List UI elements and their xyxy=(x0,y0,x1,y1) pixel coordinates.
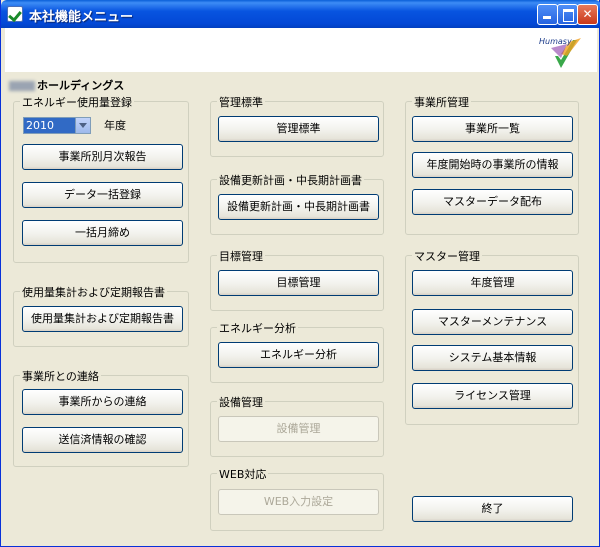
bulk-register-button[interactable]: データ一括登録 xyxy=(22,182,183,208)
group-label: 目標管理 xyxy=(217,248,265,264)
energy-analysis-button[interactable]: エネルギー分析 xyxy=(218,342,379,368)
master-data-distribution-button[interactable]: マスターデータ配布 xyxy=(412,189,573,215)
title-bar[interactable]: 本社機能メニュー ✕ xyxy=(1,0,600,28)
chevron-down-icon[interactable] xyxy=(75,118,90,133)
redacted-name xyxy=(9,81,35,91)
group-label: 使用量集計および定期報告書 xyxy=(20,284,167,300)
logo-text: Humasy xyxy=(539,37,572,46)
monthly-close-button[interactable]: 一括月締め xyxy=(22,220,183,246)
group-label: エネルギー分析 xyxy=(217,320,298,336)
group-label: 設備更新計画・中長期計画書 xyxy=(217,172,364,188)
year-select-value: 2010 xyxy=(26,119,54,132)
company-label: ホールディングス xyxy=(37,79,125,92)
management-standard-button[interactable]: 管理標準 xyxy=(218,116,379,142)
year-management-button[interactable]: 年度管理 xyxy=(412,270,573,296)
monthly-report-button[interactable]: 事業所別月次報告 xyxy=(22,144,183,170)
system-info-button[interactable]: システム基本情報 xyxy=(412,345,573,371)
main-window: 本社機能メニュー ✕ Humasy ホールディングス エネルギー使用量登録 20… xyxy=(0,0,600,547)
app-icon[interactable] xyxy=(7,6,23,22)
year-start-office-info-button[interactable]: 年度開始時の事業所の情報 xyxy=(412,152,573,178)
company-name: ホールディングス xyxy=(9,77,124,93)
group-label: エネルギー使用量登録 xyxy=(20,94,134,110)
group-label: 管理標準 xyxy=(217,94,265,110)
group-label: 事業所管理 xyxy=(412,94,471,110)
office-contact-button[interactable]: 事業所からの連絡 xyxy=(22,389,183,415)
year-select[interactable]: 2010 xyxy=(23,117,91,134)
group-label: 設備管理 xyxy=(217,394,265,410)
group-label: 事業所との連絡 xyxy=(20,368,101,384)
maximize-button[interactable] xyxy=(557,4,578,25)
header-banner: Humasy xyxy=(5,28,597,72)
minimize-button[interactable] xyxy=(537,4,558,25)
usage-report-button[interactable]: 使用量集計および定期報告書 xyxy=(22,306,183,332)
window-title: 本社機能メニュー xyxy=(29,10,134,25)
close-button[interactable]: ✕ xyxy=(577,4,598,25)
web-input-settings-button[interactable]: WEB入力設定 xyxy=(218,489,379,515)
exit-button[interactable]: 終了 xyxy=(412,496,573,522)
group-label: WEB対応 xyxy=(217,466,269,482)
humasy-logo-icon: Humasy xyxy=(539,37,581,68)
sent-info-button[interactable]: 送信済情報の確認 xyxy=(22,427,183,453)
office-list-button[interactable]: 事業所一覧 xyxy=(412,116,573,142)
group-label: マスター管理 xyxy=(412,248,482,264)
year-label: 年度 xyxy=(104,119,126,132)
license-management-button[interactable]: ライセンス管理 xyxy=(412,383,573,409)
equipment-management-button[interactable]: 設備管理 xyxy=(218,416,379,442)
master-maintenance-button[interactable]: マスターメンテナンス xyxy=(412,309,573,335)
equipment-plan-button[interactable]: 設備更新計画・中長期計画書 xyxy=(218,194,379,220)
target-management-button[interactable]: 目標管理 xyxy=(218,270,379,296)
